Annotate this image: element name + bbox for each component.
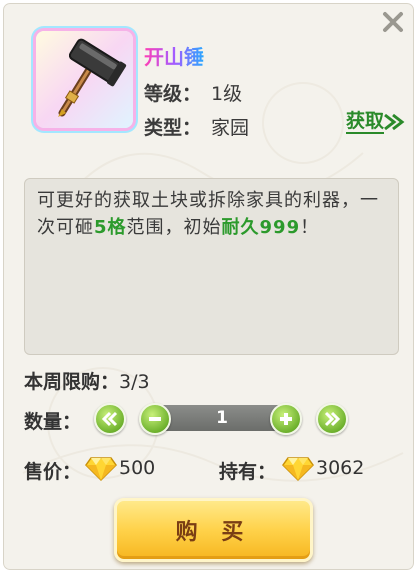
type-value: 家园: [211, 117, 250, 139]
description-highlight-range: 5格: [94, 217, 127, 238]
quantity-label: 数量：: [24, 411, 82, 433]
weekly-limit-value: 3/3: [119, 371, 150, 393]
description-text-3: ！: [300, 217, 320, 238]
price-value: 500: [119, 457, 156, 479]
buy-button[interactable]: 购 买: [114, 498, 313, 562]
type-row: 类型： 家园: [144, 113, 249, 140]
quantity-min-button[interactable]: [94, 403, 126, 435]
quantity-max-button[interactable]: [316, 403, 348, 435]
acquire-link[interactable]: 获取: [345, 110, 384, 134]
item-icon-frame: [36, 31, 133, 128]
close-button[interactable]: [376, 5, 410, 39]
diamond-icon: [282, 457, 314, 482]
double-chevron-right-icon: [324, 411, 341, 427]
level-value: 1级: [211, 83, 243, 105]
description-highlight-durability: 耐久999: [221, 217, 301, 238]
minus-icon: [149, 417, 161, 421]
quantity-value: 1: [216, 408, 228, 428]
quantity-increase-button[interactable]: [270, 403, 302, 435]
item-detail-panel: 开山锤 等级： 1级 类型： 家园 获取 可更好的获取土块或拆除家具的利器，一次可砸…: [0, 0, 417, 573]
diamond-icon: [85, 457, 117, 482]
type-label: 类型：: [144, 117, 202, 139]
description-box: 可更好的获取土块或拆除家具的利器，一次可砸5格范围，初始耐久999！: [24, 178, 399, 355]
description-text-2: 范围，初始: [126, 217, 222, 238]
double-chevron-left-icon: [101, 411, 118, 427]
owned-value: 3062: [316, 457, 365, 479]
item-name: 开山锤: [144, 41, 204, 70]
level-label: 等级：: [144, 83, 202, 105]
plus-icon: [280, 413, 292, 425]
close-icon: [383, 12, 403, 32]
level-row: 等级： 1级: [144, 79, 242, 106]
buy-button-label: 购 买: [175, 520, 252, 545]
price-label: 售价：: [24, 461, 82, 483]
quantity-stepper[interactable]: 1: [161, 405, 283, 431]
double-chevron-right-icon[interactable]: [382, 110, 406, 134]
quantity-decrease-button[interactable]: [139, 403, 171, 435]
weekly-limit-label: 本周限购：: [24, 371, 120, 393]
weekly-limit-row: 本周限购：3/3: [24, 367, 150, 394]
hammer-icon: [58, 38, 127, 117]
owned-label: 持有：: [219, 461, 277, 483]
